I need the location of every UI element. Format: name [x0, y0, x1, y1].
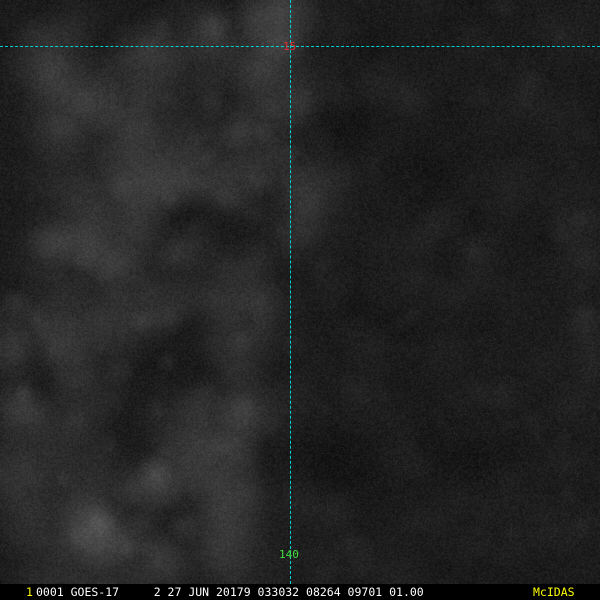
status-bar: 1 0001 GOES-17 2 27 JUN 20179 033032 082… — [0, 584, 600, 600]
mcidas-brand: McIDAS — [533, 585, 575, 599]
satellite-image — [0, 0, 600, 600]
latitude-label: 15 — [283, 40, 297, 53]
satellite-viewport: 15 140 1 0001 GOES-17 2 27 JUN 20179 033… — [0, 0, 600, 600]
image-info-text: 0001 GOES-17 2 27 JUN 20179 033032 08264… — [36, 585, 424, 599]
frame-number: 1 — [26, 585, 33, 599]
longitude-label: 140 — [279, 548, 299, 561]
